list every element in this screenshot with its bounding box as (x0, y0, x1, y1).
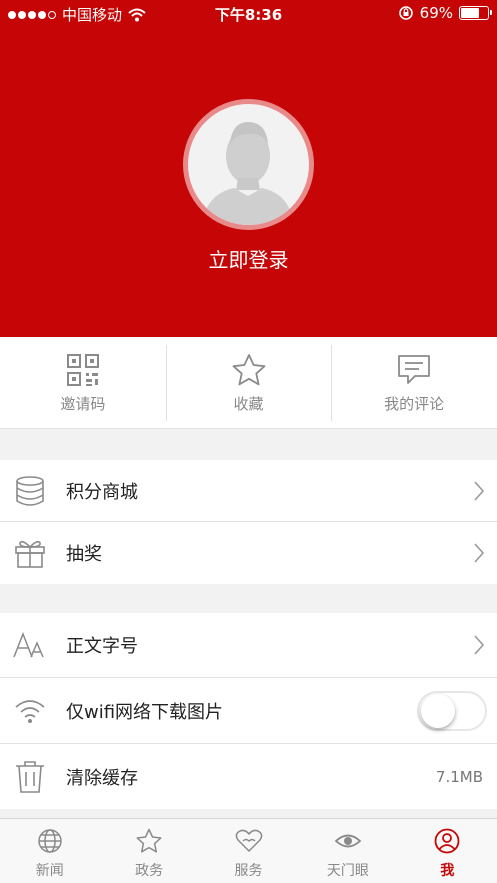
login-button[interactable]: 立即登录 (0, 244, 497, 273)
my-comments-button[interactable]: 我的评论 (331, 337, 497, 428)
chevron-right-icon (461, 542, 497, 564)
tab-news[interactable]: 新闻 (0, 819, 99, 883)
my-comments-label: 我的评论 (384, 395, 445, 413)
user-icon (434, 828, 460, 854)
tab-news-label: 新闻 (35, 863, 64, 879)
font-size-icon (0, 632, 60, 658)
invite-code-button[interactable]: 邀请码 (0, 337, 166, 428)
chevron-right-icon (461, 480, 497, 502)
database-icon (0, 475, 60, 507)
battery-fill (461, 8, 479, 18)
status-bar: 中国移动 下午8:36 69% (0, 0, 497, 28)
heart-hands-icon (235, 829, 262, 852)
tab-tianmen-eye[interactable]: 天门眼 (298, 819, 397, 883)
battery-percent: 69% (419, 4, 453, 22)
profile-header: 中国移动 下午8:36 69% 立即登录 (0, 0, 497, 337)
points-mall-row[interactable]: 积分商城 (0, 460, 497, 522)
invite-code-label: 邀请码 (60, 395, 106, 413)
favorites-button[interactable]: 收藏 (165, 337, 332, 428)
quick-actions: 邀请码 收藏 我的评论 (0, 337, 497, 429)
default-avatar-icon[interactable] (183, 99, 314, 230)
menu-group-2: 正文字号 仅wifi网络下载图片 清除缓存 7.1MB (0, 613, 497, 809)
tab-me-label: 我 (440, 863, 455, 879)
tab-government[interactable]: 政务 (99, 819, 198, 883)
profile-page: 中国移动 下午8:36 69% 立即登录 邀请码 收藏 我的评论 积分商城 抽奖… (0, 0, 497, 883)
font-size-label: 正文字号 (66, 636, 138, 657)
tab-government-label: 政务 (135, 863, 164, 879)
tab-services-label: 服务 (234, 863, 263, 879)
tab-me[interactable]: 我 (398, 819, 497, 883)
lottery-row[interactable]: 抽奖 (0, 522, 497, 584)
star-icon (232, 354, 265, 386)
status-right: 69% (398, 4, 492, 22)
eye-icon (334, 834, 362, 848)
tab-tianmen-eye-label: 天门眼 (326, 863, 369, 879)
wifi-images-toggle[interactable] (417, 690, 487, 731)
battery-icon (459, 6, 492, 20)
clear-cache-label: 清除缓存 (66, 767, 138, 789)
favorites-label: 收藏 (233, 395, 264, 413)
menu-group-1: 积分商城 抽奖 (0, 460, 497, 584)
orientation-lock-icon (398, 6, 413, 20)
qrcode-icon (66, 354, 99, 386)
wifi-images-label: 仅wifi网络下载图片 (66, 701, 224, 723)
wifi-images-row: 仅wifi网络下载图片 (0, 678, 497, 744)
toggle-knob (421, 693, 455, 728)
star-icon (136, 828, 162, 853)
lottery-label: 抽奖 (66, 544, 102, 565)
cache-size: 7.1MB (435, 767, 483, 786)
gift-icon (0, 537, 60, 569)
points-mall-label: 积分商城 (66, 481, 138, 503)
chevron-right-icon (461, 634, 497, 656)
comment-icon (398, 355, 431, 384)
font-size-row[interactable]: 正文字号 (0, 613, 497, 678)
wifi-icon (0, 698, 60, 724)
tab-services[interactable]: 服务 (199, 819, 298, 883)
clear-cache-row[interactable]: 清除缓存 7.1MB (0, 744, 497, 809)
globe-icon (37, 829, 62, 853)
tab-bar: 新闻 政务 服务 天门眼 我 (0, 818, 497, 883)
trash-icon (0, 760, 60, 794)
